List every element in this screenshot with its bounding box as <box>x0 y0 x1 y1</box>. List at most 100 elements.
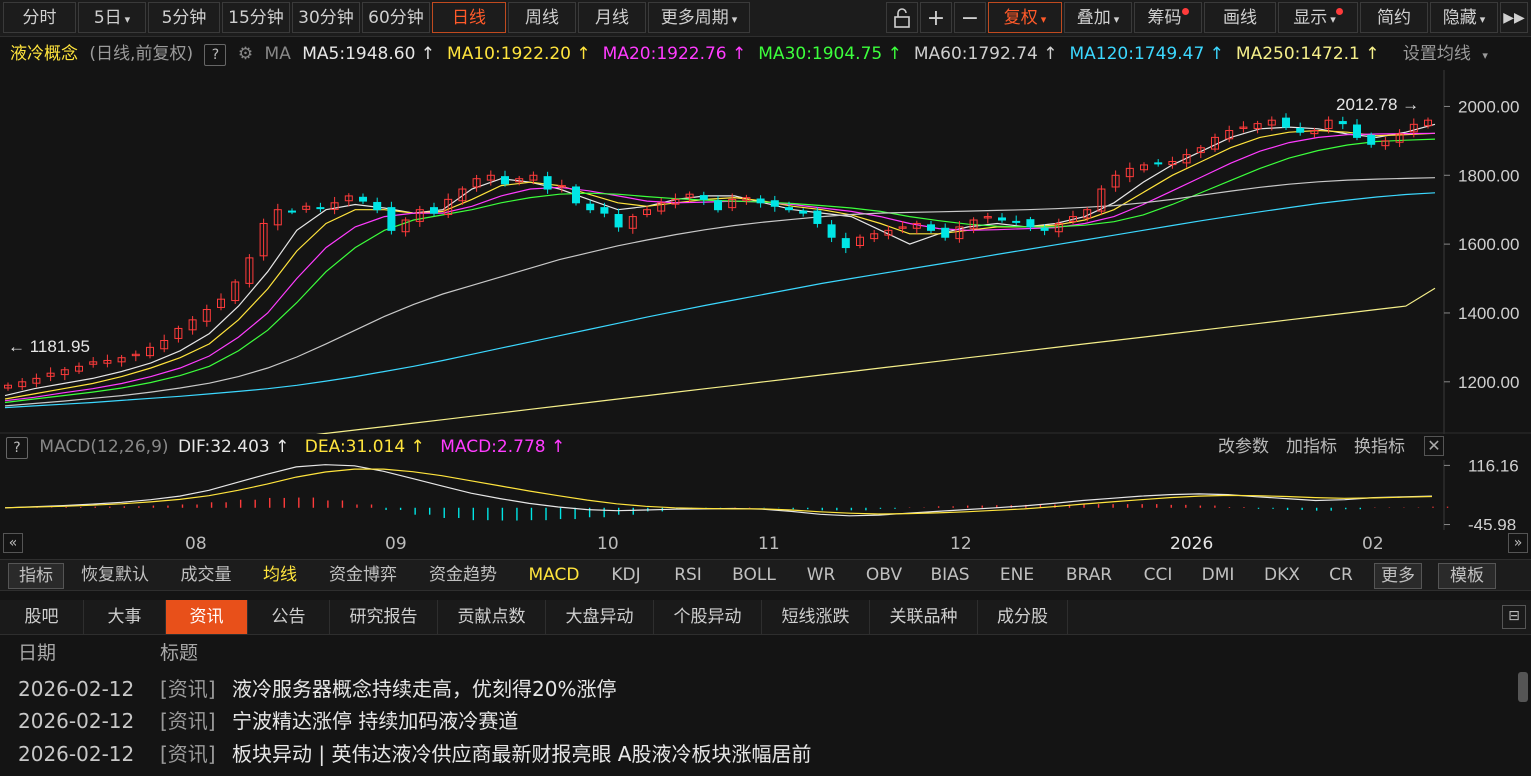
adjust-rights-dropdown[interactable]: 复权 ▾ <box>988 2 1062 33</box>
candle-body <box>600 207 609 214</box>
indicator-rsi[interactable]: RSI <box>664 563 712 587</box>
news-title[interactable]: 板块异动 | 英伟达液冷供应商最新财报亮眼 A股液冷板块涨幅居前 <box>232 739 812 769</box>
edit-params-link[interactable]: 改参数 <box>1218 434 1269 460</box>
template-button[interactable]: 模板 <box>1438 563 1496 589</box>
news-tag: [资讯] <box>160 677 216 701</box>
indicator-bias[interactable]: BIAS <box>922 563 978 587</box>
tab-news[interactable]: 资讯 <box>166 600 248 634</box>
indicator-ene[interactable]: ENE <box>988 563 1046 587</box>
panel-toggle-icon[interactable]: ⊟ <box>1502 605 1526 629</box>
more-periods-dropdown[interactable]: 更多周期 ▾ <box>648 2 750 33</box>
y-tick-label: 1600.00 <box>1458 235 1519 254</box>
display-dropdown[interactable]: 显示 ▾ <box>1278 2 1358 33</box>
news-title[interactable]: 宁波精达涨停 持续加码液冷赛道 <box>232 706 518 736</box>
indicator-boll[interactable]: BOLL <box>724 563 784 587</box>
lock-icon[interactable] <box>886 2 918 33</box>
candle-body <box>998 217 1006 221</box>
period-5day-button[interactable]: 5日 ▾ <box>78 2 146 33</box>
candle-body <box>941 227 950 238</box>
news-tab-bar: 股吧 大事 资讯 公告 研究报告 贡献点数 大盘异动 个股异动 短线涨跌 关联品… <box>0 600 1531 635</box>
ma-label: MA <box>264 44 291 64</box>
candlestick-chart[interactable]: 2000.00 1800.00 1600.00 1400.00 1200.00 2012.… <box>0 70 1531 434</box>
zoom-out-icon[interactable]: − <box>954 2 986 33</box>
add-indicator-link[interactable]: 加指标 <box>1286 434 1337 460</box>
macd-tick-label: 116.16 <box>1468 460 1519 475</box>
notification-dot <box>1181 8 1189 15</box>
x-label: 12 <box>950 534 972 554</box>
indicator-cr[interactable]: CR <box>1320 563 1362 587</box>
close-icon[interactable]: ✕ <box>1424 436 1444 456</box>
macd-help-icon[interactable]: ? <box>6 437 28 459</box>
tab-constituents[interactable]: 成分股 <box>978 600 1068 634</box>
double-chevron-right-icon[interactable]: ▶▶ <box>1500 2 1528 33</box>
ma-settings-dropdown[interactable]: 设置均线 ▾ <box>1403 44 1494 64</box>
overlay-dropdown[interactable]: 叠加 ▾ <box>1064 2 1132 33</box>
indicator-volume[interactable]: 成交量 <box>170 563 242 587</box>
tab-short-term[interactable]: 短线涨跌 <box>762 600 870 634</box>
news-scrollbar[interactable] <box>1518 672 1528 702</box>
simple-mode-button[interactable]: 简约 <box>1360 2 1428 33</box>
indicator-brar[interactable]: BRAR <box>1056 563 1122 587</box>
indicator-dkx[interactable]: DKX <box>1254 563 1310 587</box>
tab-research[interactable]: 研究报告 <box>330 600 438 634</box>
candle-body <box>813 210 822 224</box>
period-intraday-button[interactable]: 分时 <box>3 2 76 33</box>
period-weekly-button[interactable]: 周线 <box>508 2 576 33</box>
indicator-tab-active[interactable]: 指标 <box>8 563 64 589</box>
zoom-in-icon[interactable]: + <box>920 2 952 33</box>
period-60min-button[interactable]: 60分钟 <box>362 2 430 33</box>
more-indicators-button[interactable]: 更多 <box>1374 563 1422 589</box>
help-icon[interactable]: ? <box>204 44 227 66</box>
time-axis-scrollbar[interactable]: « » 08 09 10 11 12 2026 02 <box>0 531 1531 557</box>
candle-body <box>841 238 850 249</box>
macd-dea: DEA:31.014 ↑ <box>304 437 425 457</box>
tab-guba[interactable]: 股吧 <box>0 600 84 634</box>
tab-announcements[interactable]: 公告 <box>248 600 330 634</box>
switch-indicator-link[interactable]: 换指标 <box>1354 434 1405 460</box>
indicator-cci[interactable]: CCI <box>1134 563 1182 587</box>
indicator-fund-game[interactable]: 资金博弈 <box>318 563 408 587</box>
indicator-kdj[interactable]: KDJ <box>600 563 652 587</box>
candle-body <box>1040 227 1049 231</box>
restore-default-button[interactable]: 恢复默认 <box>72 563 158 587</box>
candle-body <box>1026 219 1035 228</box>
scroll-left-icon[interactable]: « <box>3 533 23 553</box>
chips-button[interactable]: 筹码 <box>1134 2 1202 33</box>
tab-contribution[interactable]: 贡献点数 <box>438 600 546 634</box>
news-title[interactable]: 液冷服务器概念持续走高，优刻得20%涨停 <box>232 674 616 704</box>
candle-body <box>501 176 509 185</box>
candle-body <box>543 176 552 190</box>
candle-body <box>699 195 708 200</box>
news-tag: [资讯] <box>160 742 216 766</box>
candle-body <box>827 224 836 238</box>
period-monthly-button[interactable]: 月线 <box>578 2 646 33</box>
period-daily-button[interactable]: 日线 <box>432 2 506 33</box>
draw-line-button[interactable]: 画线 <box>1204 2 1276 33</box>
ma-line-ma60 <box>4 177 1436 407</box>
ma-line-ma30 <box>4 138 1436 404</box>
tab-market-moves[interactable]: 大盘异动 <box>546 600 654 634</box>
hide-button[interactable]: 隐藏 ▾ <box>1430 2 1498 33</box>
period-30min-button[interactable]: 30分钟 <box>292 2 360 33</box>
period-5min-button[interactable]: 5分钟 <box>148 2 220 33</box>
indicator-dmi[interactable]: DMI <box>1192 563 1244 587</box>
candle-body <box>316 207 325 210</box>
indicator-obv[interactable]: OBV <box>856 563 912 587</box>
indicator-ma[interactable]: 均线 <box>254 563 306 587</box>
candle-body <box>288 210 296 213</box>
indicator-macd[interactable]: MACD <box>520 563 588 587</box>
tab-stock-moves[interactable]: 个股异动 <box>654 600 762 634</box>
settings-gear-icon[interactable]: ⚙ <box>238 44 253 64</box>
tab-related[interactable]: 关联品种 <box>870 600 978 634</box>
candle-body <box>430 207 438 214</box>
macd-dea-line <box>4 468 1433 515</box>
indicator-wr[interactable]: WR <box>796 563 846 587</box>
period-15min-button[interactable]: 15分钟 <box>222 2 290 33</box>
macd-chart[interactable]: 116.16 -45.98 <box>0 460 1531 530</box>
scroll-right-icon[interactable]: » <box>1508 533 1528 553</box>
ma-line-ma10 <box>4 129 1436 400</box>
candle-body <box>1367 134 1376 145</box>
indicator-fund-trend[interactable]: 资金趋势 <box>418 563 508 587</box>
tab-events[interactable]: 大事 <box>84 600 166 634</box>
ma-value: MA60:1792.74 ↑ <box>913 44 1058 64</box>
